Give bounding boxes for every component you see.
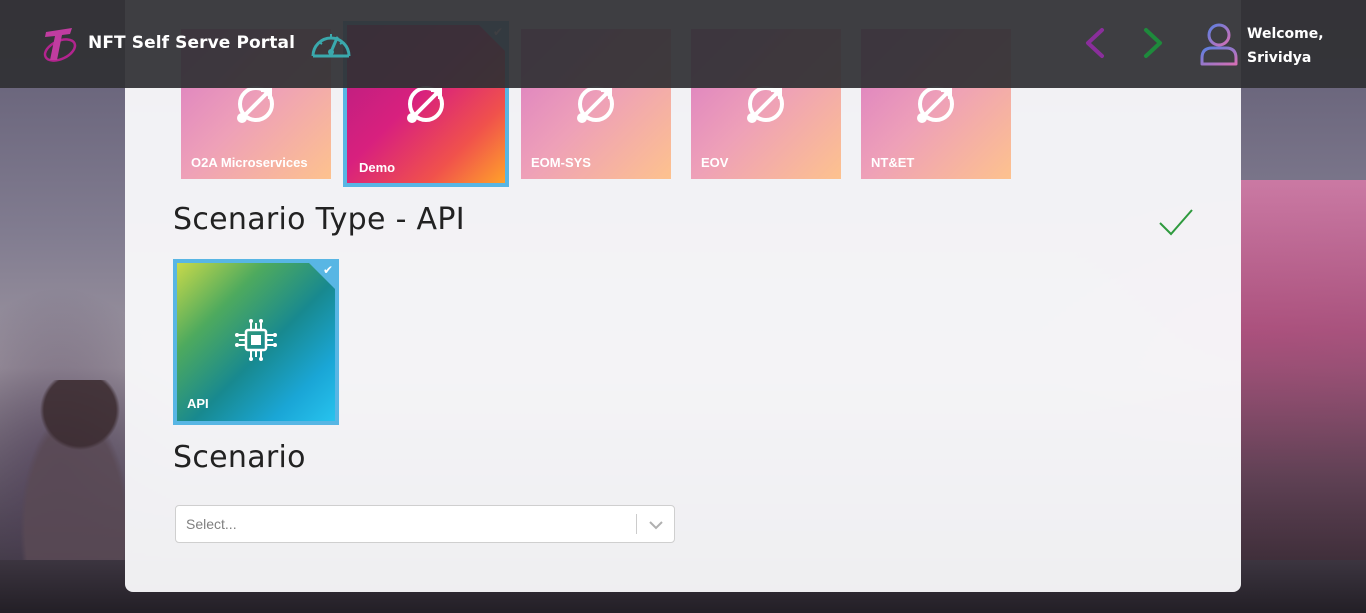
scenario-select[interactable]: Select... bbox=[175, 505, 675, 543]
scenario-title: Scenario bbox=[173, 440, 306, 475]
user-name: Srividya bbox=[1247, 50, 1312, 66]
speedometer-icon[interactable] bbox=[309, 26, 353, 60]
background-photo-person bbox=[20, 380, 130, 613]
scenario-select-placeholder: Select... bbox=[186, 516, 237, 532]
app-tile-label: EOV bbox=[701, 155, 729, 170]
top-header: NFT Self Serve Portal Welcome, Srividya bbox=[0, 0, 1366, 88]
user-icon[interactable] bbox=[1199, 22, 1239, 66]
app-title[interactable]: NFT Self Serve Portal bbox=[88, 33, 295, 53]
app-tile-label: EOM-SYS bbox=[531, 155, 591, 170]
welcome-text: Welcome, Srividya bbox=[1247, 22, 1324, 70]
background-photo-booth bbox=[1240, 180, 1366, 613]
select-separator bbox=[636, 514, 637, 534]
scenario-type-title: Scenario Type - API bbox=[173, 202, 465, 237]
welcome-greeting: Welcome, bbox=[1247, 26, 1324, 42]
check-icon bbox=[1159, 209, 1193, 236]
scenario-type-tile-label: API bbox=[187, 396, 209, 411]
chip-icon bbox=[235, 319, 277, 361]
chevron-left-icon[interactable] bbox=[1080, 26, 1110, 60]
scenario-type-tile-api[interactable]: ✔ API bbox=[173, 259, 339, 425]
app-tile-label: O2A Microservices bbox=[191, 155, 308, 170]
telstra-logo-icon[interactable] bbox=[42, 24, 78, 64]
chevron-right-icon[interactable] bbox=[1138, 26, 1168, 60]
app-tile-label: NT&ET bbox=[871, 155, 915, 170]
selected-check-icon: ✔ bbox=[309, 263, 335, 289]
app-tile-label: Demo bbox=[359, 160, 396, 175]
chevron-down-icon[interactable] bbox=[648, 517, 664, 533]
